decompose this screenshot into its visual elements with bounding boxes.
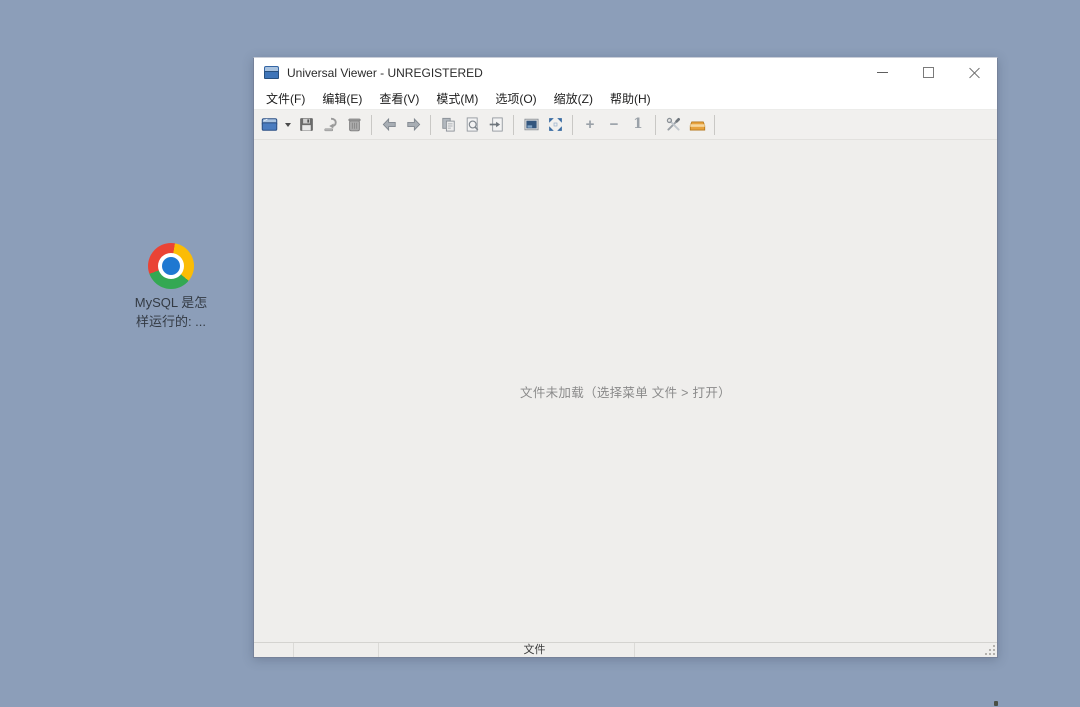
fullscreen-button[interactable]	[543, 113, 567, 136]
close-button[interactable]	[951, 58, 997, 87]
actual-size-icon: 1	[633, 118, 642, 132]
open-folder-icon	[261, 116, 278, 133]
goto-button[interactable]	[484, 113, 508, 136]
menu-edit[interactable]: 编辑(E)	[316, 88, 368, 109]
tools-button[interactable]	[661, 113, 685, 136]
menu-mode[interactable]: 模式(M)	[430, 88, 484, 109]
preview-magnifier-icon	[464, 116, 481, 133]
universal-viewer-window: Universal Viewer - UNREGISTERED 文件(F) 编辑…	[253, 57, 998, 658]
menu-help[interactable]: 帮助(H)	[604, 88, 657, 109]
menu-zoom[interactable]: 缩放(Z)	[548, 88, 599, 109]
statusbar-panel	[294, 643, 379, 657]
statusbar-panel	[254, 643, 294, 657]
package-button[interactable]	[685, 113, 709, 136]
toolbar-separator	[513, 115, 514, 135]
maximize-button[interactable]	[905, 58, 951, 87]
statusbar-mode-label: 文件	[524, 644, 546, 657]
presentation-button[interactable]	[519, 113, 543, 136]
forward-arrow-icon	[405, 116, 422, 133]
app-icon	[264, 66, 279, 79]
menubar: 文件(F) 编辑(E) 查看(V) 模式(M) 选项(O) 缩放(Z) 帮助(H…	[254, 87, 997, 110]
statusbar: 文件	[254, 642, 997, 657]
tools-icon	[665, 116, 682, 133]
back-button[interactable]	[377, 113, 401, 136]
desktop-shortcut-mysql[interactable]: MySQL 是怎 样运行的: ...	[125, 243, 217, 331]
menu-options[interactable]: 选项(O)	[489, 88, 542, 109]
actual-size-button[interactable]: 1	[626, 113, 650, 136]
minimize-icon	[877, 72, 888, 73]
titlebar[interactable]: Universal Viewer - UNREGISTERED	[254, 58, 997, 87]
viewer-content-area: 文件未加载（选择菜单 文件 > 打开）	[254, 140, 997, 642]
chevron-down-icon	[285, 123, 291, 127]
toolbar-separator	[572, 115, 573, 135]
forward-button[interactable]	[401, 113, 425, 136]
save-button[interactable]	[294, 113, 318, 136]
chrome-icon[interactable]	[148, 243, 194, 289]
toolbar-separator	[714, 115, 715, 135]
toolbar-separator	[655, 115, 656, 135]
minimize-button[interactable]	[859, 58, 905, 87]
save-as-button[interactable]	[318, 113, 342, 136]
plus-icon: +	[586, 117, 595, 132]
save-as-icon	[322, 116, 339, 133]
delete-button[interactable]	[342, 113, 366, 136]
mouse-cursor	[994, 701, 998, 706]
open-dropdown-button[interactable]	[281, 113, 294, 136]
screen-icon	[523, 116, 540, 133]
toolbar: + − 1	[254, 110, 997, 140]
close-icon	[969, 67, 980, 78]
window-controls	[859, 58, 997, 87]
menu-view[interactable]: 查看(V)	[373, 88, 425, 109]
empty-state-message: 文件未加载（选择菜单 文件 > 打开）	[520, 382, 731, 401]
fullscreen-icon	[547, 116, 564, 133]
open-button[interactable]	[257, 113, 281, 136]
menu-file[interactable]: 文件(F)	[260, 88, 311, 109]
shortcut-label-line1: MySQL 是怎	[135, 293, 207, 312]
maximize-icon	[923, 67, 934, 78]
back-arrow-icon	[381, 116, 398, 133]
copy-button[interactable]	[436, 113, 460, 136]
window-title: Universal Viewer - UNREGISTERED	[287, 66, 483, 80]
preview-button[interactable]	[460, 113, 484, 136]
goto-arrow-icon	[488, 116, 505, 133]
toolbar-separator	[371, 115, 372, 135]
statusbar-panel-mode: 文件	[379, 643, 635, 657]
floppy-icon	[298, 116, 315, 133]
zoom-out-button[interactable]: −	[602, 113, 626, 136]
toolbar-separator	[430, 115, 431, 135]
shortcut-label: MySQL 是怎 样运行的: ...	[135, 293, 207, 331]
copy-icon	[440, 116, 457, 133]
statusbar-panel	[635, 643, 997, 657]
resize-grip[interactable]	[985, 645, 995, 655]
package-box-icon	[689, 116, 706, 133]
trash-icon	[346, 116, 363, 133]
minus-icon: −	[610, 117, 619, 132]
shortcut-label-line2: 样运行的: ...	[135, 312, 207, 331]
zoom-in-button[interactable]: +	[578, 113, 602, 136]
